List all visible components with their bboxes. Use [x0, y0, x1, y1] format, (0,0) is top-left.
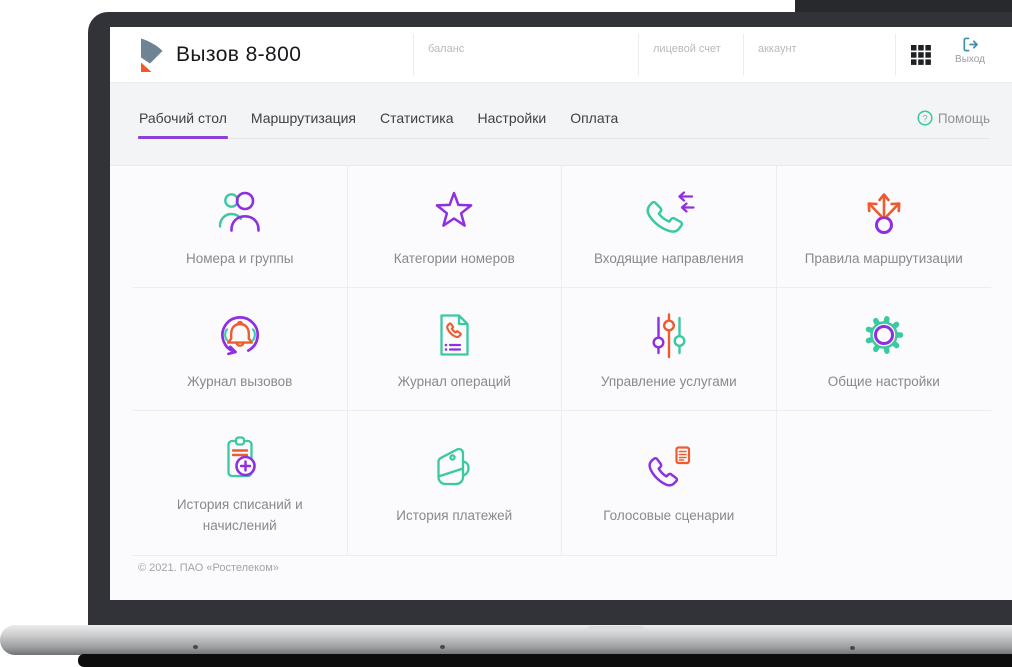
- tile-charges-history[interactable]: История списаний и начислений: [133, 411, 348, 556]
- header-divider: [895, 34, 896, 76]
- operations-log-icon: [426, 306, 482, 364]
- help-button[interactable]: ? Помощь: [917, 110, 990, 126]
- tile-incoming-directions[interactable]: Входящие направления: [562, 166, 777, 288]
- header-divider: [638, 34, 639, 76]
- tile-number-categories[interactable]: Категории номеров: [347, 166, 562, 288]
- balance-field[interactable]: баланс: [428, 43, 464, 55]
- tile-numbers-groups[interactable]: Номера и группы: [133, 166, 348, 288]
- tile-service-management[interactable]: Управление услугами: [562, 288, 777, 411]
- laptop-base-edge: [78, 654, 1012, 667]
- logout-label: Выход: [955, 54, 985, 65]
- call-log-icon: [211, 306, 269, 364]
- gear-icon: [856, 306, 912, 364]
- user-account-field[interactable]: аккаунт: [758, 43, 797, 55]
- laptop-mockup: Вызов 8-800 баланс лицевой счет аккаунт: [0, 0, 1012, 667]
- copyright: © 2021. ПАО «Ростелеком»: [138, 562, 279, 574]
- tile-label: Входящие направления: [593, 251, 744, 267]
- tile-label: История списаний и начислений: [176, 497, 303, 533]
- account-number-field[interactable]: лицевой счет: [653, 43, 721, 55]
- svg-text:?: ?: [922, 113, 927, 124]
- apps-grid-icon[interactable]: [910, 44, 932, 66]
- star-icon: [426, 183, 482, 241]
- tab-desktop[interactable]: Рабочий стол: [138, 97, 228, 139]
- route-branch-icon: [856, 183, 912, 241]
- tile-label: Правила маршрутизации: [804, 251, 963, 267]
- laptop-base: [0, 625, 1012, 655]
- dashboard: Номера и группы Категории номеров Входящ…: [110, 165, 1012, 600]
- tile-label: Общие настройки: [827, 373, 940, 389]
- tile-label: Категории номеров: [393, 251, 515, 267]
- app-header: Вызов 8-800 баланс лицевой счет аккаунт: [110, 27, 1012, 83]
- main-nav: Рабочий стол Маршрутизация Статистика На…: [138, 97, 990, 139]
- sliders-icon: [641, 306, 697, 364]
- tile-grid: Номера и группы Категории номеров Входящ…: [133, 166, 991, 556]
- laptop-lid-notch: [588, 626, 644, 631]
- laptop-screw-dot: [193, 645, 198, 649]
- tile-general-settings[interactable]: Общие настройки: [776, 288, 991, 411]
- header-divider: [413, 34, 414, 76]
- people-icon: [211, 183, 269, 241]
- clipboard-plus-icon: [212, 429, 268, 487]
- rostelecom-logo-icon: [138, 37, 166, 75]
- tile-payment-history[interactable]: История платежей: [347, 411, 562, 556]
- tile-label: Журнал операций: [397, 373, 511, 389]
- logout-button[interactable]: Выход: [946, 37, 994, 65]
- tile-label: История платежей: [396, 507, 513, 523]
- wallet-icon: [426, 440, 482, 498]
- app-window: Вызов 8-800 баланс лицевой счет аккаунт: [110, 27, 1012, 600]
- tile-label: Журнал вызовов: [187, 373, 293, 389]
- tile-label: Номера и группы: [186, 251, 294, 267]
- tile-call-log[interactable]: Журнал вызовов: [133, 288, 348, 411]
- tile-voice-scenarios[interactable]: Голосовые сценарии: [562, 411, 777, 556]
- logout-icon: [962, 37, 978, 52]
- tab-routing[interactable]: Маршрутизация: [250, 97, 357, 138]
- laptop-screw-dot: [850, 646, 855, 650]
- tile-routing-rules[interactable]: Правила маршрутизации: [776, 166, 991, 288]
- tab-payment[interactable]: Оплата: [569, 97, 619, 138]
- question-circle-icon: ?: [917, 110, 933, 126]
- header-divider: [743, 34, 744, 76]
- voice-script-icon: [641, 440, 697, 498]
- tile-label: Управление услугами: [600, 373, 737, 389]
- tile-operations-log[interactable]: Журнал операций: [347, 288, 562, 411]
- tile-label: Голосовые сценарии: [603, 507, 735, 523]
- tab-statistics[interactable]: Статистика: [379, 97, 455, 138]
- phone-incoming-icon: [641, 183, 697, 241]
- laptop-screw-dot: [440, 645, 445, 649]
- tab-settings[interactable]: Настройки: [477, 97, 548, 138]
- app-title: Вызов 8-800: [176, 43, 302, 66]
- tile-empty: [777, 411, 992, 556]
- help-label: Помощь: [937, 110, 990, 126]
